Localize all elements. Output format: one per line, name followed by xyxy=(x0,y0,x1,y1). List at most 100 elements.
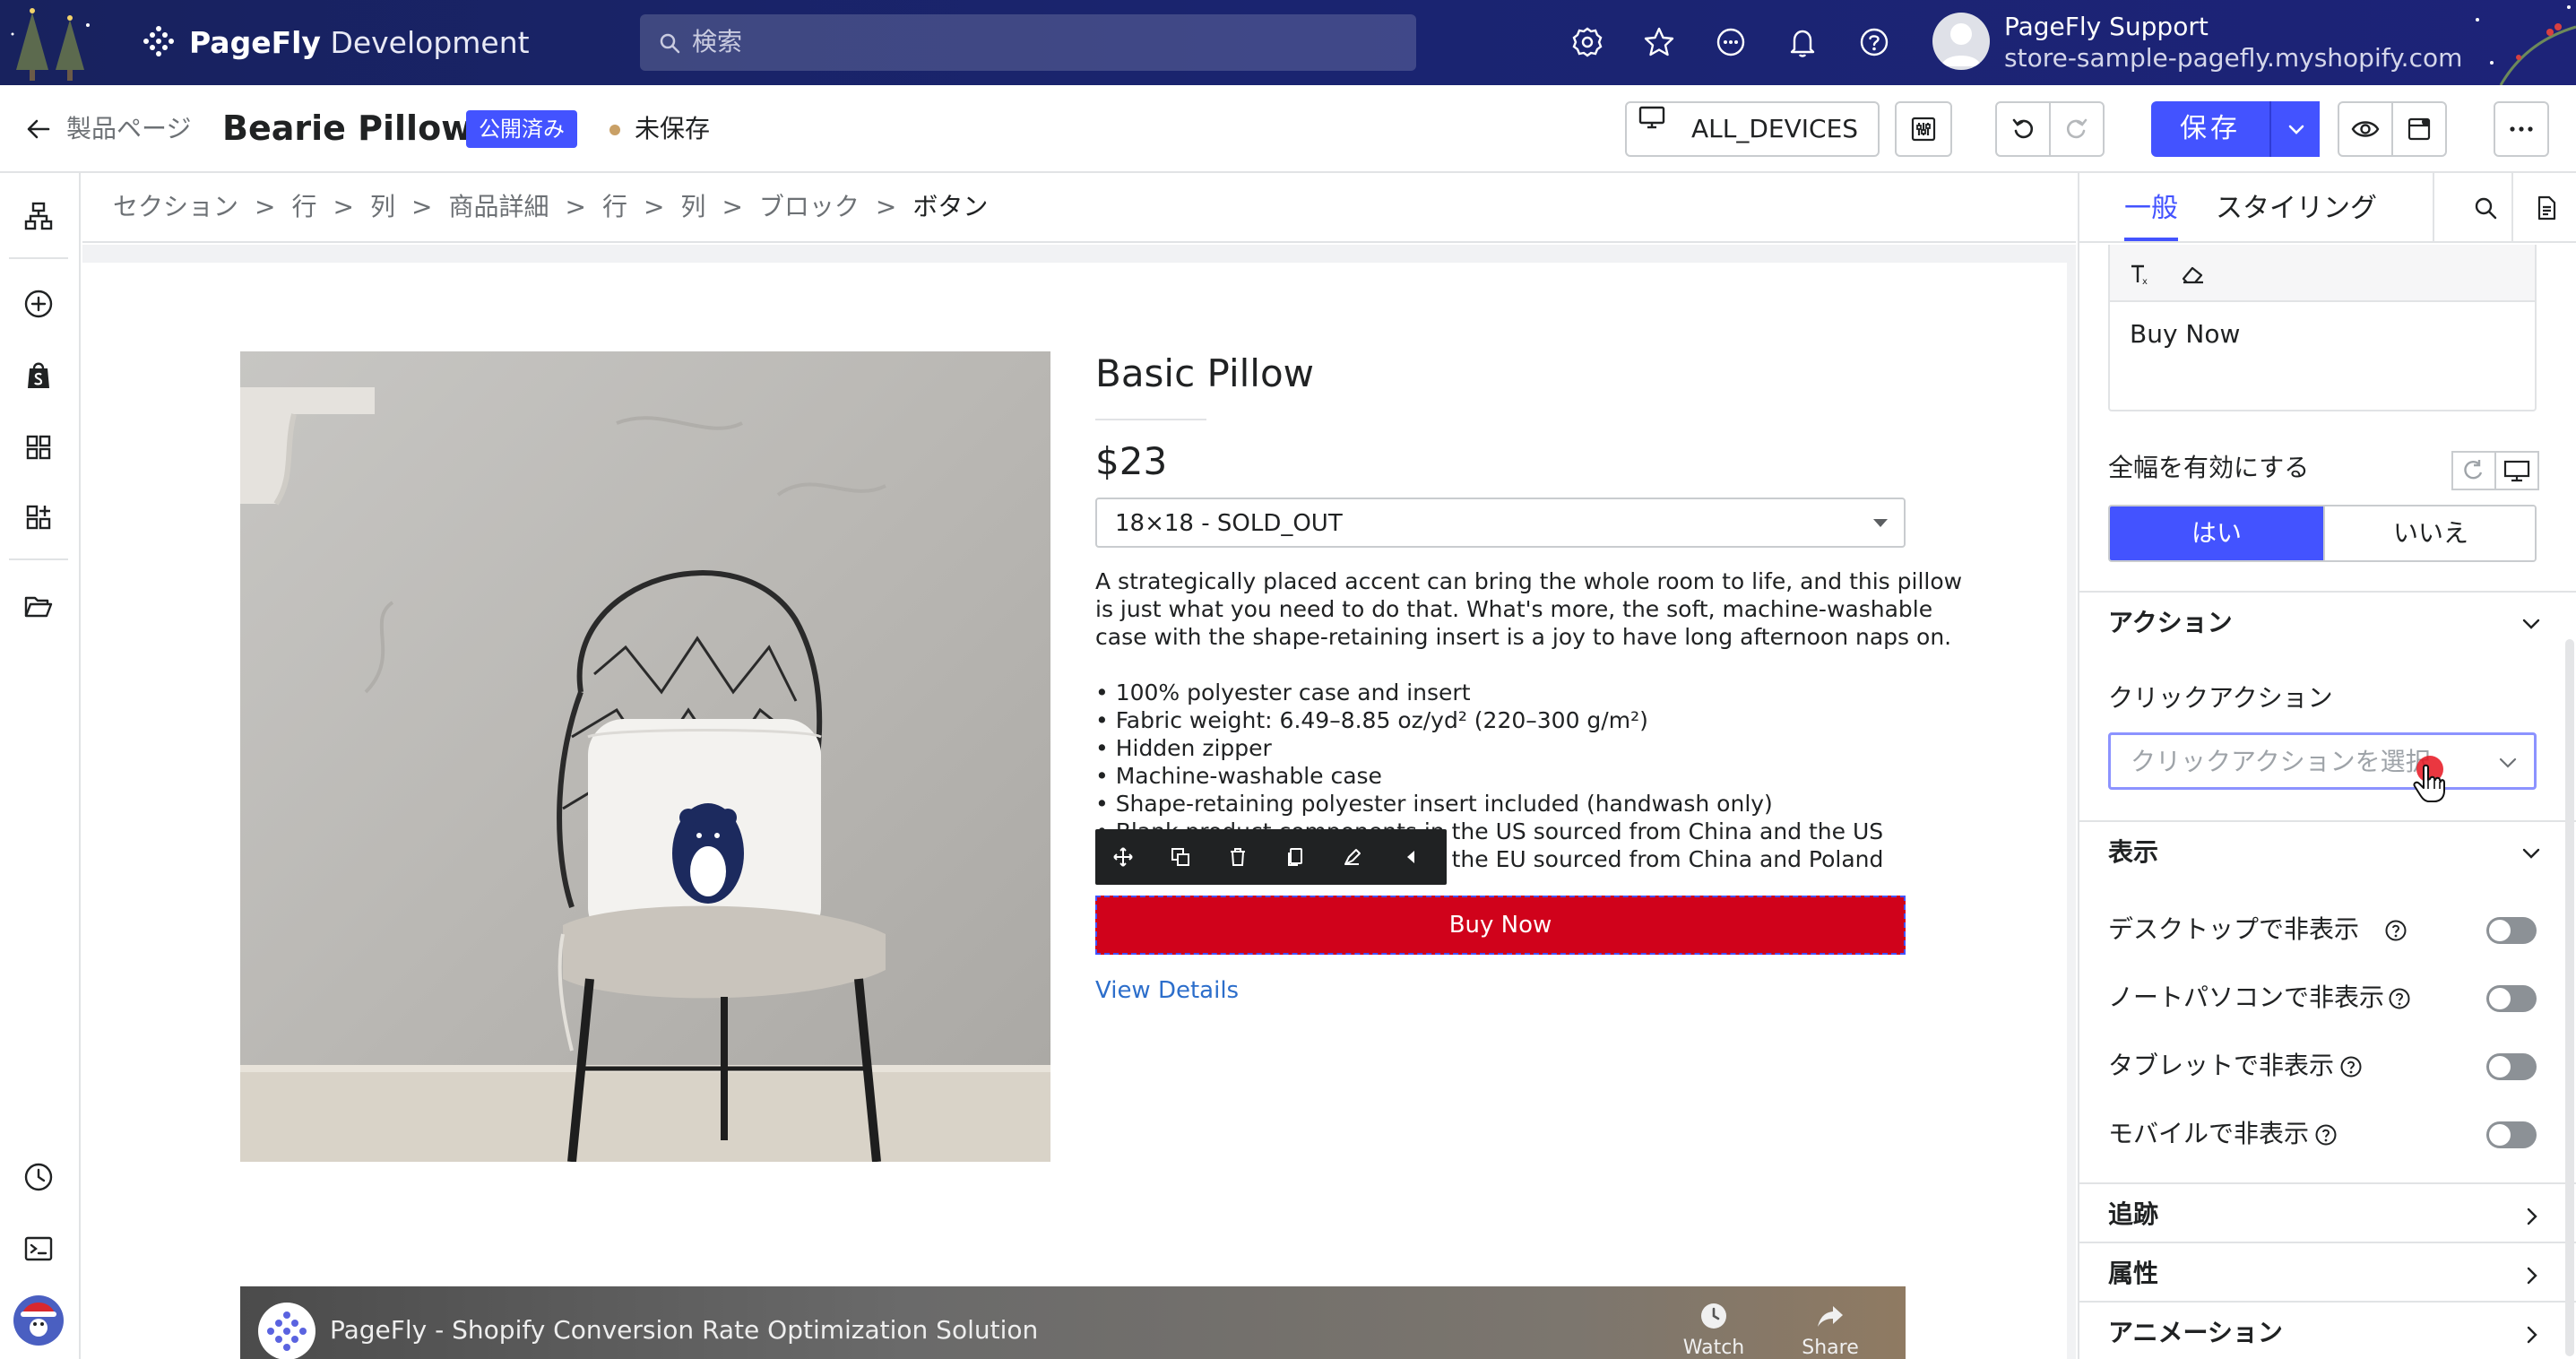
product-price[interactable]: $23 xyxy=(1095,437,1167,487)
button-text-value[interactable]: Buy Now xyxy=(2130,318,2240,351)
hide-mobile-toggle[interactable] xyxy=(2486,1121,2537,1148)
display-section-header[interactable]: 表示 xyxy=(2079,820,2576,881)
chevron-right-icon: > xyxy=(875,192,897,221)
duplicate-icon[interactable] xyxy=(1169,845,1192,869)
settings-icon[interactable] xyxy=(1570,25,1604,59)
hide-laptop-toggle[interactable] xyxy=(2486,985,2537,1012)
santa-avatar-icon[interactable] xyxy=(12,1294,65,1347)
christmas-tree-icon xyxy=(11,8,90,81)
devices-button[interactable]: ALL_DEVICES xyxy=(1625,101,1880,157)
tab-styling[interactable]: スタイリング xyxy=(2216,191,2377,227)
variant-select[interactable]: 18×18 - SOLD_OUT xyxy=(1095,498,1906,548)
breadcrumb-item[interactable]: 列 xyxy=(370,189,395,225)
breadcrumb-item[interactable]: 列 xyxy=(680,189,705,225)
video-embed[interactable]: PageFly - Shopify Conversion Rate Optimi… xyxy=(240,1286,1906,1359)
help-circle-icon[interactable] xyxy=(2388,987,2411,1010)
breadcrumb-item[interactable]: 行 xyxy=(291,189,316,225)
caret-down-icon xyxy=(1873,519,1888,527)
product-title[interactable]: Basic Pillow xyxy=(1095,349,1314,399)
breadcrumb-item[interactable]: 行 xyxy=(602,189,627,225)
star-icon[interactable] xyxy=(1642,25,1676,59)
share-button[interactable]: Share xyxy=(1776,1301,1884,1359)
action-section-header[interactable]: アクション xyxy=(2079,591,2576,652)
search-icon[interactable] xyxy=(2472,195,2499,221)
full-width-no-option[interactable]: いいえ xyxy=(2323,506,2535,560)
watch-later-button[interactable]: Watch later xyxy=(1660,1301,1768,1359)
history-clock-icon[interactable] xyxy=(22,1161,55,1193)
undo-button[interactable] xyxy=(1995,101,2051,157)
add-element-icon[interactable] xyxy=(22,288,55,320)
animation-section-header[interactable]: アニメーション xyxy=(2079,1301,2576,1359)
more-options-button[interactable] xyxy=(2494,101,2549,157)
terminal-icon[interactable] xyxy=(22,1233,55,1265)
chat-icon[interactable] xyxy=(1714,25,1748,59)
panel-scrollbar[interactable] xyxy=(2565,639,2574,1356)
shopify-bag-icon[interactable] xyxy=(22,359,55,392)
search-input[interactable]: 検索 xyxy=(640,14,1416,71)
tab-divider xyxy=(2511,173,2513,243)
toggle-knob xyxy=(2489,1124,2511,1146)
redo-button[interactable] xyxy=(2049,101,2105,157)
help-circle-icon[interactable] xyxy=(2384,919,2407,942)
document-icon[interactable] xyxy=(2533,195,2560,221)
hide-tablet-toggle[interactable] xyxy=(2486,1053,2537,1080)
full-width-yes-option[interactable]: はい xyxy=(2110,506,2323,560)
help-circle-icon[interactable] xyxy=(2339,1055,2363,1078)
hide-desktop-toggle[interactable] xyxy=(2486,917,2537,944)
product-description[interactable]: A strategically placed accent can bring … xyxy=(1095,567,1962,651)
preview-button[interactable] xyxy=(2338,101,2393,157)
caret-left-icon[interactable] xyxy=(1400,845,1423,869)
canvas-scrollbar[interactable] xyxy=(2069,245,2076,1359)
watch-later-label: Watch later xyxy=(1682,1337,1745,1359)
move-icon[interactable] xyxy=(1111,845,1135,869)
back-link[interactable]: 製品ページ xyxy=(66,112,191,146)
help-circle-icon[interactable] xyxy=(2314,1123,2338,1147)
toggle-knob xyxy=(2489,920,2511,941)
help-icon[interactable] xyxy=(1857,25,1891,59)
tracking-section-header[interactable]: 追跡 xyxy=(2079,1182,2576,1242)
chevron-right-icon xyxy=(2527,1208,2537,1225)
trash-icon[interactable] xyxy=(1226,845,1249,869)
breadcrumb-item[interactable]: セクション xyxy=(113,189,238,225)
clear-format-icon[interactable]: x xyxy=(2126,261,2153,288)
attributes-section-header[interactable]: 属性 xyxy=(2079,1242,2576,1301)
chevron-right-icon: > xyxy=(722,192,743,221)
avatar[interactable] xyxy=(1932,13,1990,70)
search-icon xyxy=(660,33,680,54)
paint-icon[interactable] xyxy=(1341,845,1364,869)
undo-icon xyxy=(2012,118,2034,139)
back-arrow-icon[interactable] xyxy=(23,114,54,144)
breadcrumb-item[interactable]: 商品詳細 xyxy=(448,189,549,225)
apps-add-icon[interactable] xyxy=(22,501,55,533)
video-title[interactable]: PageFly - Shopify Conversion Rate Optimi… xyxy=(330,1313,1038,1347)
page-title[interactable]: Bearie Pillow xyxy=(222,108,472,149)
desktop-device-icon[interactable] xyxy=(2494,451,2539,490)
sections-grid-icon[interactable] xyxy=(22,431,55,463)
click-action-select[interactable]: クリックアクションを選択 xyxy=(2108,732,2537,790)
publish-button[interactable] xyxy=(2391,101,2447,157)
pagefly-logo[interactable]: PageFly Development xyxy=(139,23,530,63)
user-name[interactable]: PageFly Support xyxy=(2004,11,2209,43)
hide-mobile-label: モバイルで非表示 xyxy=(2108,1119,2310,1148)
tab-general[interactable]: 一般 xyxy=(2124,191,2178,227)
button-text-editor[interactable]: x Buy Now xyxy=(2108,245,2537,411)
product-image[interactable] xyxy=(240,351,1050,1162)
layers-tree-icon[interactable] xyxy=(22,200,55,232)
folder-open-icon[interactable] xyxy=(22,591,55,623)
left-sidebar xyxy=(0,173,81,1359)
reset-icon[interactable] xyxy=(2451,451,2496,490)
user-store[interactable]: store-sample-pagefly.myshopify.com xyxy=(2004,43,2462,74)
buy-now-button[interactable]: Buy Now xyxy=(1095,896,1906,955)
breadcrumb-item[interactable]: ブロック xyxy=(759,189,860,225)
save-options-button[interactable] xyxy=(2269,101,2320,157)
chevron-down-icon xyxy=(2499,757,2517,768)
view-details-link[interactable]: View Details xyxy=(1095,974,1239,1007)
status-badge: 公開済み xyxy=(466,110,577,148)
page-settings-button[interactable] xyxy=(1895,101,1952,157)
element-breadcrumb: セクション > 行 > 列 > 商品詳細 > 行 > 列 > ブロック > ボタン xyxy=(82,173,2076,243)
toggle-knob xyxy=(2489,1056,2511,1078)
copy-icon[interactable] xyxy=(1284,845,1307,869)
svg-text:x: x xyxy=(2142,277,2148,287)
eraser-icon[interactable] xyxy=(2180,261,2207,288)
bell-icon[interactable] xyxy=(1785,25,1820,59)
